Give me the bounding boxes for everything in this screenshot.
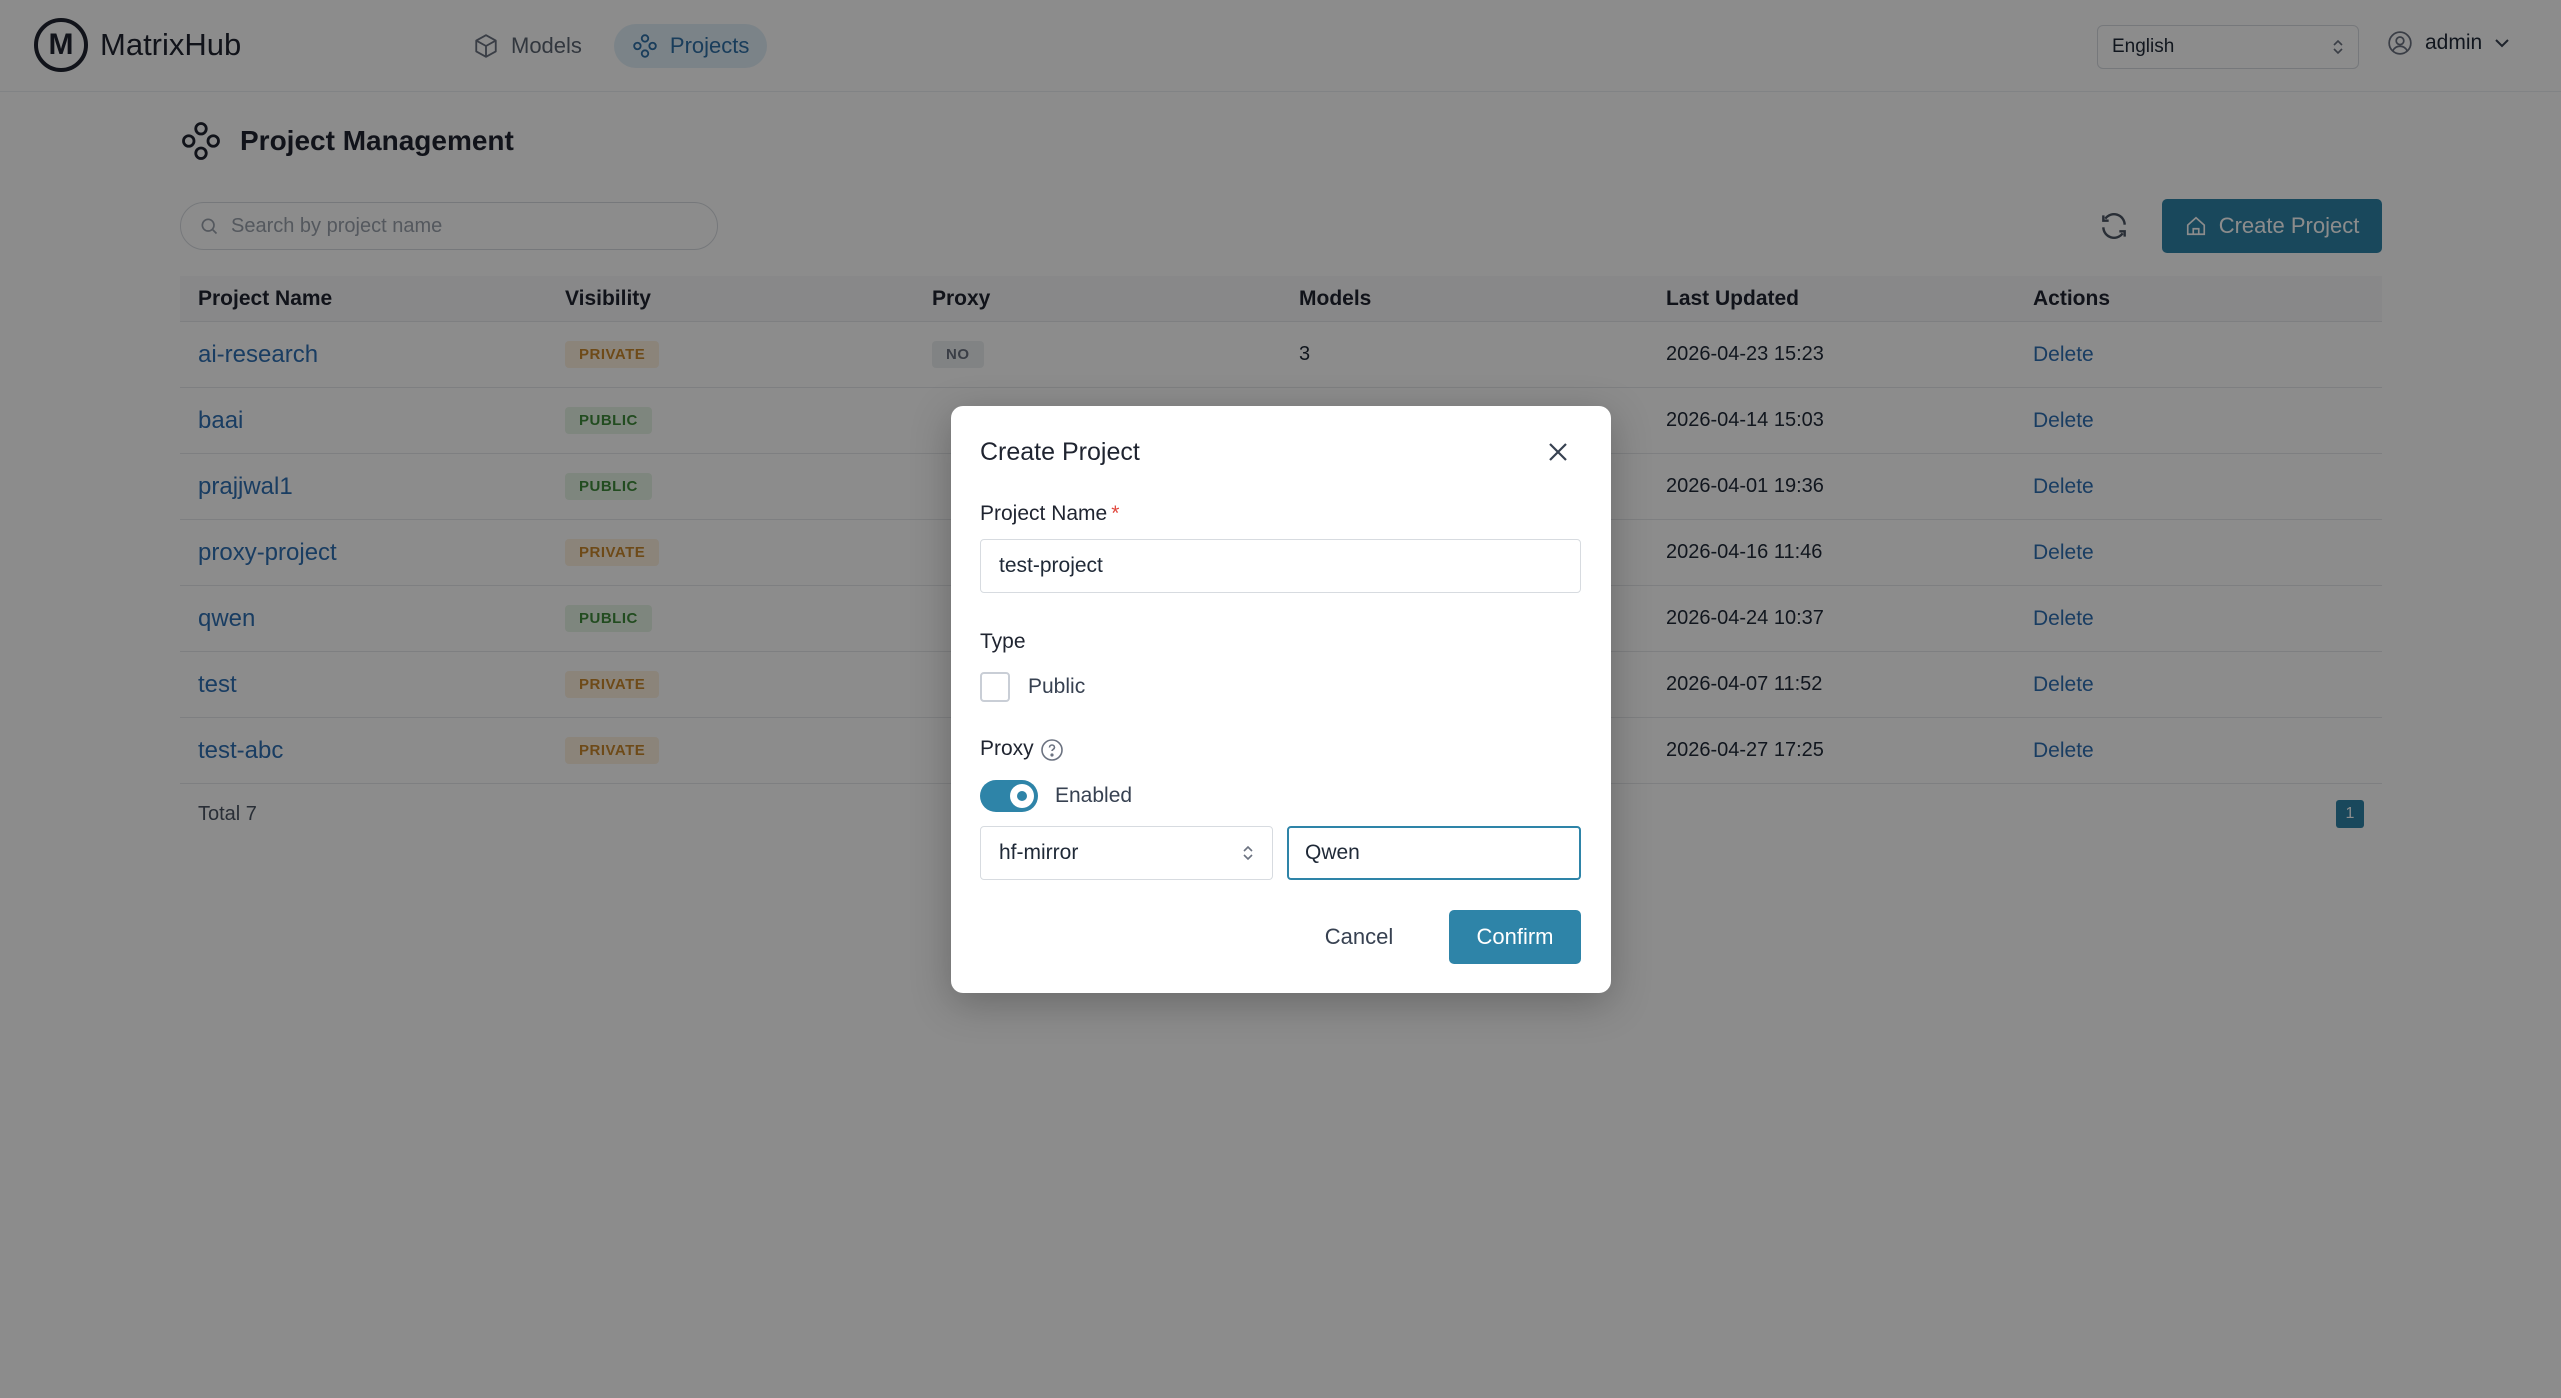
confirm-button[interactable]: Confirm (1449, 910, 1581, 964)
proxy-toggle[interactable] (980, 780, 1038, 812)
proxy-label: Proxy (980, 737, 1034, 760)
close-icon (1549, 443, 1567, 461)
select-arrows-icon (1243, 845, 1253, 861)
help-circle-icon[interactable] (1040, 738, 1064, 762)
type-label: Type (980, 630, 1026, 653)
proxy-repo-input[interactable] (1287, 826, 1581, 880)
create-project-dialog: Create Project Project Name* Type Public… (951, 406, 1611, 993)
required-mark: * (1111, 502, 1120, 525)
close-button[interactable] (1542, 436, 1574, 468)
project-name-label: Project Name * (980, 502, 1119, 526)
project-name-label-text: Project Name (980, 502, 1108, 525)
cancel-button[interactable]: Cancel (1303, 910, 1415, 964)
public-checkbox-label[interactable]: Public (1028, 675, 1085, 699)
project-name-input[interactable] (980, 539, 1581, 593)
toggle-knob (1010, 784, 1034, 808)
public-checkbox[interactable] (980, 672, 1010, 702)
dialog-title: Create Project (980, 438, 1140, 466)
proxy-enabled-label: Enabled (1055, 784, 1133, 807)
proxy-source-value: hf-mirror (999, 841, 1079, 864)
proxy-source-select[interactable]: hf-mirror (980, 826, 1273, 880)
